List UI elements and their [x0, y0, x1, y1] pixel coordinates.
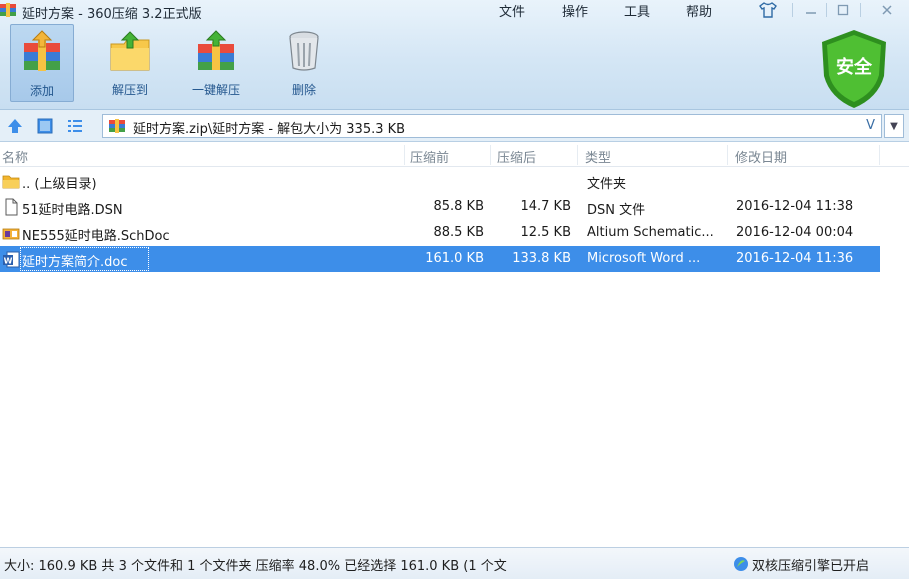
security-shield-icon[interactable]: 安全 — [818, 28, 890, 110]
column-compressed-before[interactable]: 压缩前 — [410, 147, 449, 166]
archive-icon — [109, 119, 125, 133]
file-name: NE555延时电路.SchDoc — [22, 229, 170, 244]
dual-engine-icon — [734, 557, 748, 571]
menu-tools[interactable]: 工具 — [624, 1, 650, 20]
file-size-after: 14.7 KB — [520, 199, 571, 214]
skin-shirt-icon[interactable] — [757, 0, 779, 20]
title-bar: 延时方案 - 360压缩 3.2正式版 文件 操作 工具 帮助 — [0, 0, 909, 22]
extract-to-label: 解压到 — [111, 83, 148, 97]
delete-button[interactable]: 删除 — [272, 24, 336, 102]
file-row[interactable]: .. (上级目录) 文件夹 — [0, 168, 880, 194]
file-size-before: 85.8 KB — [433, 199, 484, 214]
up-arrow-icon[interactable] — [6, 117, 24, 135]
file-list-header: 名称 压缩前 压缩后 类型 修改日期 — [0, 143, 909, 167]
one-click-extract-label: 一键解压 — [191, 83, 240, 97]
status-summary: 大小: 160.9 KB 共 3 个文件和 1 个文件夹 压缩率 48.0% 已… — [4, 559, 507, 574]
file-modified: 2016-12-04 00:04 — [736, 225, 854, 240]
one-click-extract-icon — [198, 30, 234, 70]
file-row[interactable]: 51延时电路.DSN 85.8 KB 14.7 KB DSN 文件 2016-1… — [0, 194, 880, 220]
column-name[interactable]: 名称 — [2, 147, 28, 166]
add-button[interactable]: 添加 — [10, 24, 74, 102]
maximize-icon[interactable] — [832, 0, 854, 20]
file-size-before: 161.0 KB — [425, 251, 484, 266]
file-row[interactable]: NE555延时电路.SchDoc 88.5 KB 12.5 KB Altium … — [0, 220, 880, 246]
large-icon-view-icon[interactable] — [36, 117, 54, 135]
security-label: 安全 — [836, 56, 873, 78]
menu-operation[interactable]: 操作 — [562, 1, 588, 20]
window-title: 延时方案 - 360压缩 3.2正式版 — [22, 7, 202, 22]
column-compressed-after[interactable]: 压缩后 — [497, 147, 536, 166]
file-row-selected[interactable]: W 延时方案简介.doc 161.0 KB 133.8 KB Microsoft… — [0, 246, 880, 272]
engine-status[interactable]: 双核压缩引擎已开启 — [752, 555, 869, 574]
add-archive-icon — [24, 30, 60, 71]
extract-to-button[interactable]: 解压到 — [98, 24, 162, 102]
file-name: 延时方案简介.doc — [22, 255, 128, 270]
list-view-icon[interactable] — [66, 117, 84, 135]
add-label: 添加 — [29, 84, 54, 98]
file-size-after: 12.5 KB — [520, 225, 571, 240]
file-name: .. (上级目录) — [22, 177, 97, 192]
column-type[interactable]: 类型 — [585, 147, 611, 166]
app-archive-icon — [0, 3, 16, 17]
close-icon[interactable] — [876, 0, 898, 20]
file-name: 51延时电路.DSN — [22, 203, 123, 218]
file-type: Altium Schematic... — [587, 225, 714, 240]
schdoc-file-icon — [2, 228, 20, 240]
menu-file[interactable]: 文件 — [499, 1, 525, 20]
column-modified[interactable]: 修改日期 — [735, 147, 787, 166]
address-bar: 延时方案.zip\延时方案 - 解包大小为 335.3 KB V ▼ — [0, 110, 909, 142]
blank-file-icon — [5, 198, 18, 216]
trash-can-icon — [289, 31, 319, 71]
extract-folder-icon — [110, 31, 150, 71]
delete-label: 删除 — [291, 83, 316, 97]
file-type: 文件夹 — [587, 177, 627, 192]
one-click-extract-button[interactable]: 一键解压 — [184, 24, 248, 102]
path-dropdown-chevron-icon[interactable]: ▼ — [884, 114, 904, 138]
svg-text:W: W — [4, 257, 13, 266]
folder-icon — [2, 175, 20, 189]
toolbar-area: 延时方案 - 360压缩 3.2正式版 文件 操作 工具 帮助 添加 解压到 一… — [0, 0, 909, 110]
path-text: 延时方案.zip\延时方案 - 解包大小为 335.3 KB — [133, 122, 406, 137]
menu-help[interactable]: 帮助 — [686, 1, 712, 20]
file-modified: 2016-12-04 11:36 — [736, 251, 854, 266]
path-field[interactable]: 延时方案.zip\延时方案 - 解包大小为 335.3 KB V — [102, 114, 882, 138]
file-type: Microsoft Word ... — [587, 251, 701, 266]
word-doc-icon: W — [3, 251, 20, 268]
minimize-icon[interactable] — [800, 0, 822, 20]
file-size-before: 88.5 KB — [433, 225, 484, 240]
status-bar: 大小: 160.9 KB 共 3 个文件和 1 个文件夹 压缩率 48.0% 已… — [0, 547, 909, 579]
file-modified: 2016-12-04 11:38 — [736, 199, 854, 214]
file-type: DSN 文件 — [587, 203, 646, 218]
file-size-after: 133.8 KB — [512, 251, 571, 266]
path-v-label[interactable]: V — [866, 118, 875, 133]
